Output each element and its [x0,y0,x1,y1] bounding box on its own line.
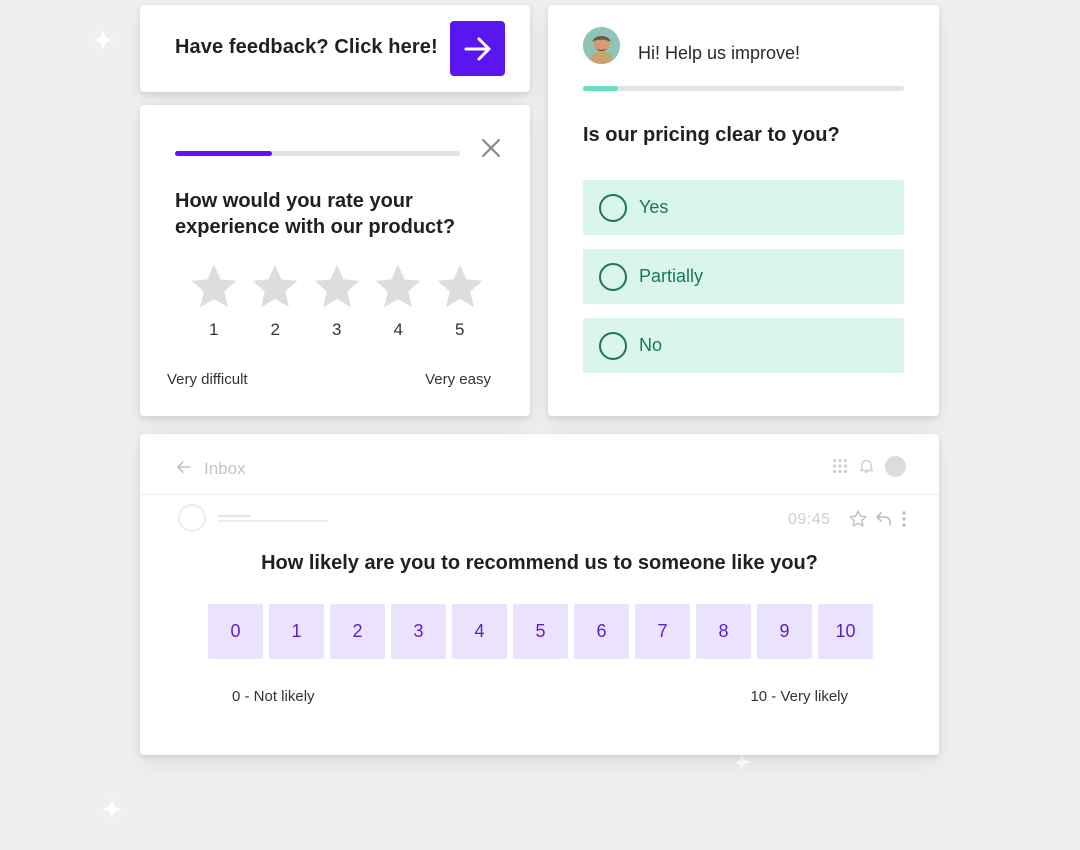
message-time: 09:45 [788,511,831,528]
star-icon[interactable] [249,263,301,313]
arrow-right-icon [464,37,490,60]
feedback-text: Have feedback? Click here! [175,36,438,58]
option-label: Yes [639,197,669,217]
option-yes[interactable]: Yes [583,180,904,235]
message-subject-placeholder [218,520,328,522]
rating-progress-bar [175,151,460,156]
nps-high-label: 10 - Very likely [750,688,848,705]
nps-score-button[interactable]: 4 [452,604,507,659]
radio-button[interactable] [599,262,627,291]
pricing-options: Yes Partially No [583,180,904,387]
sparkle-icon [100,797,124,821]
bell-icon[interactable] [859,458,874,474]
divider [140,494,939,495]
nps-score-button[interactable]: 7 [635,604,690,659]
rating-card: How would you rate your experience with … [140,105,530,416]
apps-grid-icon[interactable] [832,458,848,474]
star-option[interactable]: 4 [368,263,430,340]
pricing-question: Is our pricing clear to you? [583,124,840,146]
option-no[interactable]: No [583,318,904,373]
feedback-arrow-button[interactable] [450,21,505,76]
nps-score-button[interactable]: 10 [818,604,873,659]
more-vertical-icon[interactable] [900,510,908,528]
sparkle-icon [732,752,752,772]
radio-button[interactable] [599,331,627,360]
nps-low-label: 0 - Not likely [232,688,315,705]
nps-score-button[interactable]: 6 [574,604,629,659]
pricing-card: Hi! Help us improve! Is our pricing clea… [548,5,939,416]
star-number: 5 [455,320,465,339]
star-icon[interactable] [311,263,363,313]
nps-card: Inbox 09:45 How likely are you to recomm… [140,434,939,755]
star-icon[interactable] [434,263,486,313]
option-partially[interactable]: Partially [583,249,904,304]
pricing-progress-fill [583,86,619,91]
message-avatar [178,504,206,532]
avatar [583,27,620,64]
star-icon[interactable] [372,263,424,313]
inbox-title: Inbox [204,459,246,478]
star-option[interactable]: 1 [183,263,245,340]
nps-question: How likely are you to recommend us to so… [261,552,818,574]
option-label: Partially [639,266,704,286]
star-outline-icon[interactable] [848,509,868,529]
star-option[interactable]: 2 [245,263,307,340]
star-number: 3 [332,320,342,339]
nps-score-button[interactable]: 2 [330,604,385,659]
star-number: 2 [270,320,280,339]
rating-low-label: Very difficult [167,371,248,388]
nps-score-button[interactable]: 5 [513,604,568,659]
rating-progress-fill [175,151,272,156]
star-icon[interactable] [188,263,240,313]
back-arrow-icon[interactable] [176,459,192,475]
nps-score-button[interactable]: 1 [269,604,324,659]
star-option[interactable]: 3 [306,263,368,340]
user-avatar[interactable] [885,456,906,477]
option-label: No [639,335,663,355]
nps-score-button[interactable]: 3 [391,604,446,659]
rating-high-label: Very easy [425,371,491,388]
star-number: 1 [209,320,219,339]
star-rating: 1 2 3 4 5 [183,263,491,340]
star-option[interactable]: 5 [429,263,491,340]
nps-score-button[interactable]: 0 [208,604,263,659]
message-sender-placeholder [218,515,251,517]
close-icon[interactable] [480,137,502,159]
greeting-text: Hi! Help us improve! [638,43,801,63]
rating-question: How would you rate your experience with … [175,190,456,238]
sparkle-icon [91,28,115,52]
radio-button[interactable] [599,193,627,222]
star-number: 4 [393,320,403,339]
pricing-progress-bar [583,86,904,91]
feedback-card: Have feedback? Click here! [140,5,530,92]
nps-score-button[interactable]: 8 [696,604,751,659]
nps-score-button[interactable]: 9 [757,604,812,659]
reply-icon[interactable] [875,510,892,527]
nps-scale: 0 1 2 3 4 5 6 7 8 9 10 [208,604,879,659]
